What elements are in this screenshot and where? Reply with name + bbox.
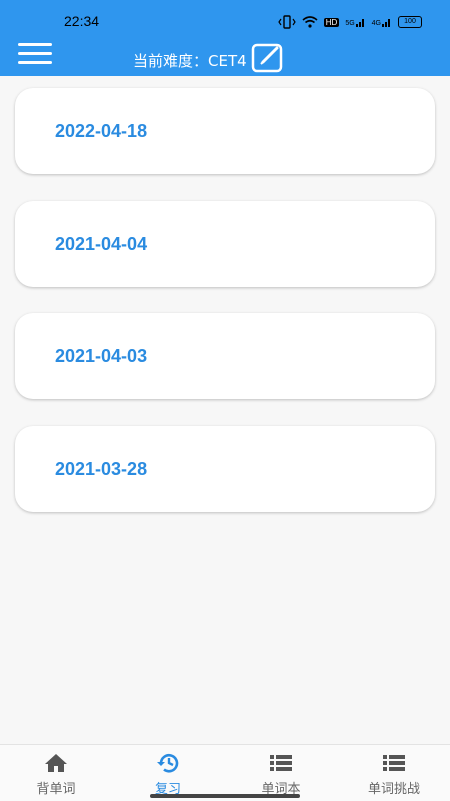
list-icon [270,755,292,771]
status-icons: HD 5G 4G 100 [278,14,422,30]
edit-icon[interactable] [251,43,285,73]
battery-icon: 100 [398,16,422,28]
home-icon [45,754,67,772]
nav-item-review[interactable]: 复习 [112,745,224,801]
hd-badge: HD [323,17,340,27]
difficulty-selector[interactable]: 当前难度：CET4 [133,43,285,73]
list-icon [383,755,405,771]
status-bar: 22:34 HD 5G 4G 100 [0,0,450,42]
nav-label: 背单词 [36,782,76,797]
nav-label: 单词挑战 [367,782,420,797]
review-record-list: 2022-04-18 2021-04-04 2021-04-03 2021-03… [0,76,450,744]
vibrate-icon [278,15,296,29]
wifi-icon [302,16,318,28]
record-date: 2021-04-04 [55,234,148,254]
nav-item-wordbook[interactable]: 单词本 [225,745,337,801]
signal-icon-1: 5G [345,17,365,27]
nav-item-word-challenge[interactable]: 单词挑战 [338,745,450,801]
review-record-card[interactable]: 2021-03-28 [15,426,435,512]
review-record-card[interactable]: 2021-04-03 [15,313,435,399]
record-date: 2021-03-28 [55,459,148,479]
difficulty-label: 当前难度：CET4 [133,51,247,70]
signal-icon-2: 4G [372,17,392,27]
history-icon [157,754,179,773]
hamburger-menu-icon[interactable] [18,43,52,67]
home-indicator[interactable] [150,794,300,798]
record-date: 2022-04-18 [55,121,148,141]
nav-item-memorize[interactable]: 背单词 [0,745,112,801]
record-date: 2021-04-03 [55,346,148,366]
app-header: 22:34 HD 5G 4G 100 当前难度：CET4 [0,0,450,76]
review-record-card[interactable]: 2022-04-18 [15,88,435,174]
status-time: 22:34 [64,13,100,29]
bottom-navigation: 背单词 复习 单词本 单词挑战 [0,744,450,801]
review-record-card[interactable]: 2021-04-04 [15,201,435,287]
